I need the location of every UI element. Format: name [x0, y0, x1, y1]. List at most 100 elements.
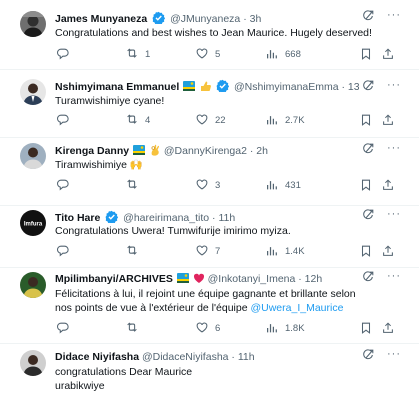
bookmark-button[interactable]	[359, 321, 379, 335]
author-name[interactable]: Tito Hare	[55, 212, 100, 224]
avatar[interactable]	[20, 11, 46, 37]
tweet-text-line: urabikwiye	[55, 380, 105, 392]
views-icon	[267, 246, 277, 256]
author-name[interactable]: James Munyaneza	[55, 13, 147, 25]
grok-icon[interactable]	[361, 79, 375, 93]
author-handle[interactable]: @DannyKirenga2	[164, 145, 247, 157]
retweet-button[interactable]: 4	[125, 113, 150, 127]
retweet-icon	[127, 114, 137, 124]
bookmark-button[interactable]	[359, 178, 379, 192]
tweet-time[interactable]: · 11h	[231, 351, 254, 363]
tweet[interactable]: James Munyaneza @JMunyaneza · 3h ··· Con…	[0, 0, 419, 70]
mention-link[interactable]: @Uwera_I_Maurice	[250, 302, 343, 314]
retweet-button[interactable]	[125, 321, 145, 335]
more-options-icon[interactable]: ···	[387, 79, 401, 91]
share-icon	[383, 48, 393, 59]
grok-icon[interactable]	[361, 9, 375, 23]
reply-button[interactable]	[55, 321, 75, 335]
grok-icon[interactable]	[361, 270, 375, 284]
author-name[interactable]: Didace Niyifasha	[55, 351, 139, 363]
avatar[interactable]	[20, 79, 46, 105]
retweet-button[interactable]	[125, 178, 145, 192]
more-options-icon[interactable]: ···	[387, 348, 401, 360]
bookmark-button[interactable]	[359, 113, 379, 127]
tweet-text: congratulations Dear Maurice urabikwiye	[55, 365, 399, 393]
tweet-time[interactable]: · 13h	[342, 81, 359, 93]
share-button[interactable]	[381, 178, 401, 192]
heart-icon	[196, 245, 208, 256]
thumbs-up-icon	[201, 81, 212, 91]
reply-button[interactable]	[55, 47, 75, 61]
bookmark-button[interactable]	[359, 47, 379, 61]
tweet[interactable]: Kirenga Danny @DannyKirenga2 · 2h ··· Ti…	[0, 138, 419, 206]
views-button[interactable]: 668	[265, 47, 301, 61]
author-handle[interactable]: @hareirimana_tito	[123, 212, 209, 224]
tweet-time[interactable]: · 2h	[250, 145, 268, 157]
author-handle[interactable]: @JMunyaneza	[170, 13, 240, 25]
like-button[interactable]: 3	[195, 178, 220, 192]
share-button[interactable]	[381, 244, 401, 258]
views-button[interactable]: 431	[265, 178, 301, 192]
reply-button[interactable]	[55, 178, 75, 192]
more-options-icon[interactable]: ···	[387, 142, 401, 154]
reply-icon	[56, 48, 69, 59]
like-count: 6	[215, 322, 221, 334]
tweet-text: Tiramwishimiye 🙌	[55, 159, 143, 171]
tweet-actions: 1 5 668	[55, 47, 401, 65]
tweet-time[interactable]: · 3h	[243, 13, 261, 25]
views-icon	[267, 49, 277, 59]
share-button[interactable]	[381, 47, 401, 61]
bookmark-icon	[361, 48, 371, 60]
author-handle[interactable]: @DidaceNiyifasha	[142, 351, 229, 363]
author-name[interactable]: Mpilimbanyi/ARCHIVES	[55, 273, 173, 285]
reply-button[interactable]	[55, 113, 75, 127]
more-options-icon[interactable]: ···	[387, 270, 401, 282]
heart-icon	[196, 48, 208, 59]
share-button[interactable]	[381, 113, 401, 127]
heart-icon	[196, 179, 208, 190]
tweet-actions: 7 1.4K	[55, 244, 401, 262]
grok-icon[interactable]	[361, 348, 375, 362]
like-button[interactable]: 22	[195, 113, 226, 127]
tweet-time[interactable]: · 11h	[212, 212, 235, 224]
grok-icon[interactable]	[361, 142, 375, 156]
retweet-button[interactable]: 1	[125, 47, 150, 61]
tweet-text: Congratulations Uwera! Tumwifurije imiri…	[55, 225, 291, 237]
tweet[interactable]: Didace Niyifasha @DidaceNiyifasha · 11h …	[0, 344, 419, 400]
retweet-count: 4	[145, 114, 151, 126]
like-button[interactable]: 7	[195, 244, 220, 258]
views-button[interactable]: 1.8K	[265, 321, 305, 335]
author-handle[interactable]: @Inkotanyi_Imena	[208, 273, 296, 285]
bookmark-button[interactable]	[359, 244, 379, 258]
view-count: 431	[285, 179, 301, 191]
avatar[interactable]	[20, 272, 46, 298]
like-count: 5	[215, 48, 221, 60]
like-button[interactable]: 5	[195, 47, 220, 61]
views-button[interactable]: 1.4K	[265, 244, 305, 258]
retweet-button[interactable]	[125, 244, 145, 258]
share-icon	[383, 114, 393, 125]
reply-icon	[56, 179, 69, 190]
tweet[interactable]: Nshimyimana Emmanuel @NshimyimanaEmma · …	[0, 70, 419, 138]
tweet[interactable]: Mpilimbanyi/ARCHIVES @Inkotanyi_Imena · …	[0, 268, 419, 344]
more-options-icon[interactable]: ···	[387, 208, 401, 220]
share-button[interactable]	[381, 321, 401, 335]
tweet-time[interactable]: · 12h	[298, 273, 322, 285]
views-icon	[267, 323, 277, 333]
tweet[interactable]: Imfura Tito Hare @hareirimana_tito · 11h…	[0, 206, 419, 268]
avatar[interactable]: Imfura	[20, 210, 46, 236]
view-count: 2.7K	[285, 114, 305, 126]
views-button[interactable]: 2.7K	[265, 113, 305, 127]
bookmark-icon	[361, 179, 371, 191]
author-name[interactable]: Kirenga Danny	[55, 145, 129, 157]
more-options-icon[interactable]: ···	[387, 9, 401, 21]
reply-button[interactable]	[55, 244, 75, 258]
like-button[interactable]: 6	[195, 321, 220, 335]
author-name[interactable]: Nshimyimana Emmanuel	[55, 81, 179, 93]
tweet-text: Félicitations à lui, il rejoint une équi…	[55, 287, 373, 315]
grok-icon[interactable]	[361, 208, 375, 222]
author-handle[interactable]: @NshimyimanaEmma	[234, 81, 339, 93]
avatar[interactable]	[20, 350, 46, 376]
rwanda-flag-icon	[176, 273, 189, 283]
avatar[interactable]	[20, 143, 46, 169]
